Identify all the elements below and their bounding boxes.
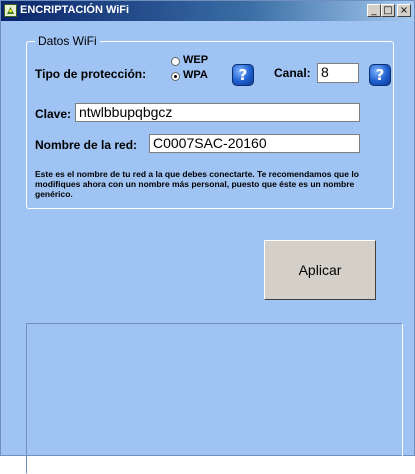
help-icon[interactable]: ? xyxy=(369,64,391,86)
protection-label: Tipo de protección: xyxy=(35,67,147,81)
output-panel xyxy=(26,323,403,474)
group-legend: Datos WiFi xyxy=(35,34,100,48)
minimize-button[interactable]: _ xyxy=(367,4,381,17)
wifi-data-group: Datos WiFi Tipo de protección: WEP WPA ?… xyxy=(26,34,394,209)
close-button[interactable]: × xyxy=(397,4,411,17)
ssid-input[interactable]: C0007SAC-20160 xyxy=(149,134,360,153)
app-window: ENCRIPTACIÓN WiFi _ □ × Datos WiFi Tipo … xyxy=(0,0,415,474)
maximize-button[interactable]: □ xyxy=(381,4,395,17)
help-icon[interactable]: ? xyxy=(232,64,254,86)
channel-input[interactable]: 8 xyxy=(317,63,359,83)
ssid-note: Este es el nombre de tu red a la que deb… xyxy=(35,169,359,199)
title-bar[interactable]: ENCRIPTACIÓN WiFi _ □ × xyxy=(1,1,414,21)
window-title: ENCRIPTACIÓN WiFi xyxy=(20,4,130,16)
key-label: Clave: xyxy=(35,107,72,121)
apply-button[interactable]: Aplicar xyxy=(264,240,376,300)
app-icon xyxy=(4,4,17,17)
radio-wep[interactable] xyxy=(171,57,180,66)
radio-wep-label: WEP xyxy=(183,54,209,66)
ssid-label: Nombre de la red: xyxy=(35,138,138,152)
radio-wpa[interactable] xyxy=(171,72,180,81)
radio-wpa-label: WPA xyxy=(183,69,208,81)
key-input[interactable]: ntwlbbupqbgcz xyxy=(75,103,360,122)
channel-label: Canal: xyxy=(274,66,311,80)
client-area: Datos WiFi Tipo de protección: WEP WPA ?… xyxy=(2,21,413,474)
